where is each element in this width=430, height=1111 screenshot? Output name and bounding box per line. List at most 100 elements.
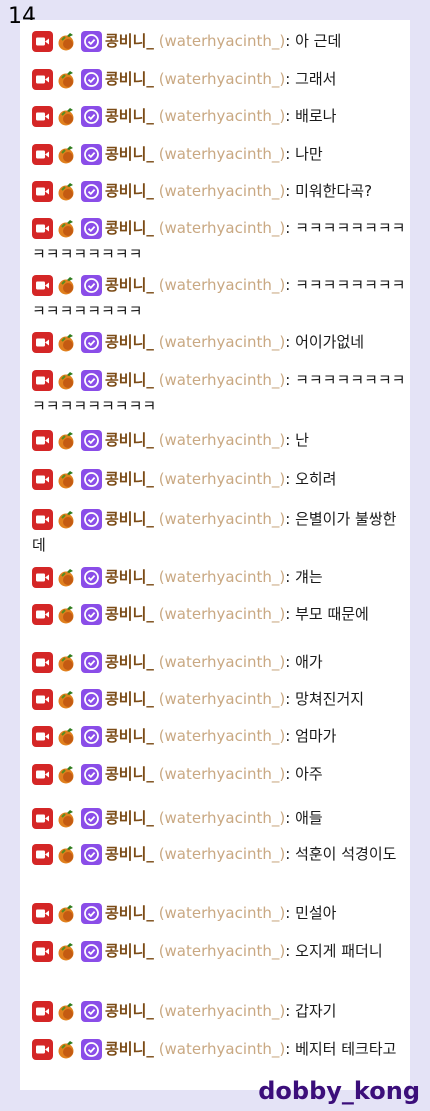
user-handle: (waterhyacinth_) [158,690,286,708]
username[interactable]: 콩비니_ [105,653,154,671]
username[interactable]: 콩비니_ [105,765,154,783]
badge-group [32,468,105,491]
message-text: 망쳐진거지 [295,690,365,708]
camera-icon [32,843,53,865]
verified-icon [81,68,102,90]
verified-icon [81,30,102,52]
watermark: dobby_kong [258,1077,420,1105]
chat-message: 콩비니_ (waterhyacinth_): ㅋㅋㅋㅋㅋㅋㅋㅋㅋㅋㅋㅋㅋㅋㅋㅋ [32,272,407,324]
verified-icon [81,508,102,530]
chat-message: 콩비니_ (waterhyacinth_): ㅋㅋㅋㅋㅋㅋㅋㅋㅋㅋㅋㅋㅋㅋㅋㅋ [32,215,407,267]
badge-group [32,603,105,626]
separator: : [285,470,296,488]
username[interactable]: 콩비니_ [105,1040,154,1058]
fruit-icon [56,69,78,90]
chat-message: 콩비니_ (waterhyacinth_): 민설아 [32,900,407,926]
chat-message: 콩비니_ (waterhyacinth_): 그래서 [32,66,407,92]
verified-icon [81,651,102,673]
camera-icon [32,940,53,962]
camera-icon [32,331,53,353]
username[interactable]: 콩비니_ [105,690,154,708]
username[interactable]: 콩비니_ [105,145,154,163]
verified-icon [81,843,102,865]
verified-icon [81,217,102,239]
camera-icon [32,566,53,588]
badge-group [32,807,105,830]
separator: : [285,510,296,528]
separator: : [285,1002,296,1020]
user-handle: (waterhyacinth_) [158,568,286,586]
chat-panel: 콩비니_ (waterhyacinth_): 아 근데 콩비니_ (waterhy… [20,20,410,1090]
chat-message: 콩비니_ (waterhyacinth_): 어이가없네 [32,329,407,355]
chat-message: 콩비니_ (waterhyacinth_): 배로나 [32,103,407,129]
username[interactable]: 콩비니_ [105,605,154,623]
verified-icon [81,369,102,391]
chat-message: 콩비니_ (waterhyacinth_): 아주 [32,761,407,787]
badge-group [32,843,105,866]
username[interactable]: 콩비니_ [105,371,154,389]
username[interactable]: 콩비니_ [105,333,154,351]
fruit-icon [56,903,78,924]
username[interactable]: 콩비니_ [105,32,154,50]
camera-icon [32,651,53,673]
camera-icon [32,725,53,747]
separator: : [285,809,296,827]
separator: : [285,1040,296,1058]
fruit-icon [56,469,78,490]
user-handle: (waterhyacinth_) [158,653,286,671]
verified-icon [81,1038,102,1060]
username[interactable]: 콩비니_ [105,182,154,200]
fruit-icon [56,844,78,865]
verified-icon [81,603,102,625]
verified-icon [81,807,102,829]
badge-group [32,725,105,748]
separator: : [285,70,296,88]
user-handle: (waterhyacinth_) [158,333,286,351]
user-handle: (waterhyacinth_) [158,32,286,50]
user-handle: (waterhyacinth_) [158,431,286,449]
verified-icon [81,1000,102,1022]
username[interactable]: 콩비니_ [105,845,154,863]
message-text: 엄마가 [295,727,337,745]
chat-message: 콩비니_ (waterhyacinth_): 나만 [32,141,407,167]
message-text: 민설아 [295,904,337,922]
fruit-icon [56,181,78,202]
verified-icon [81,566,102,588]
username[interactable]: 콩비니_ [105,70,154,88]
username[interactable]: 콩비니_ [105,510,154,528]
username[interactable]: 콩비니_ [105,431,154,449]
camera-icon [32,763,53,785]
message-text: 미워한다곡? [295,182,373,200]
fruit-icon [56,275,78,296]
separator: : [285,765,296,783]
verified-icon [81,429,102,451]
user-handle: (waterhyacinth_) [158,510,286,528]
username[interactable]: 콩비니_ [105,727,154,745]
username[interactable]: 콩비니_ [105,107,154,125]
camera-icon [32,30,53,52]
separator: : [285,371,296,389]
username[interactable]: 콩비니_ [105,904,154,922]
username[interactable]: 콩비니_ [105,809,154,827]
username[interactable]: 콩비니_ [105,276,154,294]
username[interactable]: 콩비니_ [105,219,154,237]
camera-icon [32,274,53,296]
message-text: 그래서 [295,70,337,88]
fruit-icon [56,218,78,239]
chat-message: 콩비니_ (waterhyacinth_): ㅋㅋㅋㅋㅋㅋㅋㅋㅋㅋㅋㅋㅋㅋㅋㅋㅋ [32,367,407,419]
separator: : [285,727,296,745]
separator: : [285,904,296,922]
separator: : [285,32,296,50]
separator: : [285,219,296,237]
username[interactable]: 콩비니_ [105,1002,154,1020]
username[interactable]: 콩비니_ [105,942,154,960]
badge-group [32,763,105,786]
user-handle: (waterhyacinth_) [158,605,286,623]
verified-icon [81,902,102,924]
username[interactable]: 콩비니_ [105,470,154,488]
message-text: 석훈이 석경이도 [295,845,397,863]
chat-message: 콩비니_ (waterhyacinth_): 애가 [32,649,407,675]
fruit-icon [56,808,78,829]
fruit-icon [56,652,78,673]
username[interactable]: 콩비니_ [105,568,154,586]
